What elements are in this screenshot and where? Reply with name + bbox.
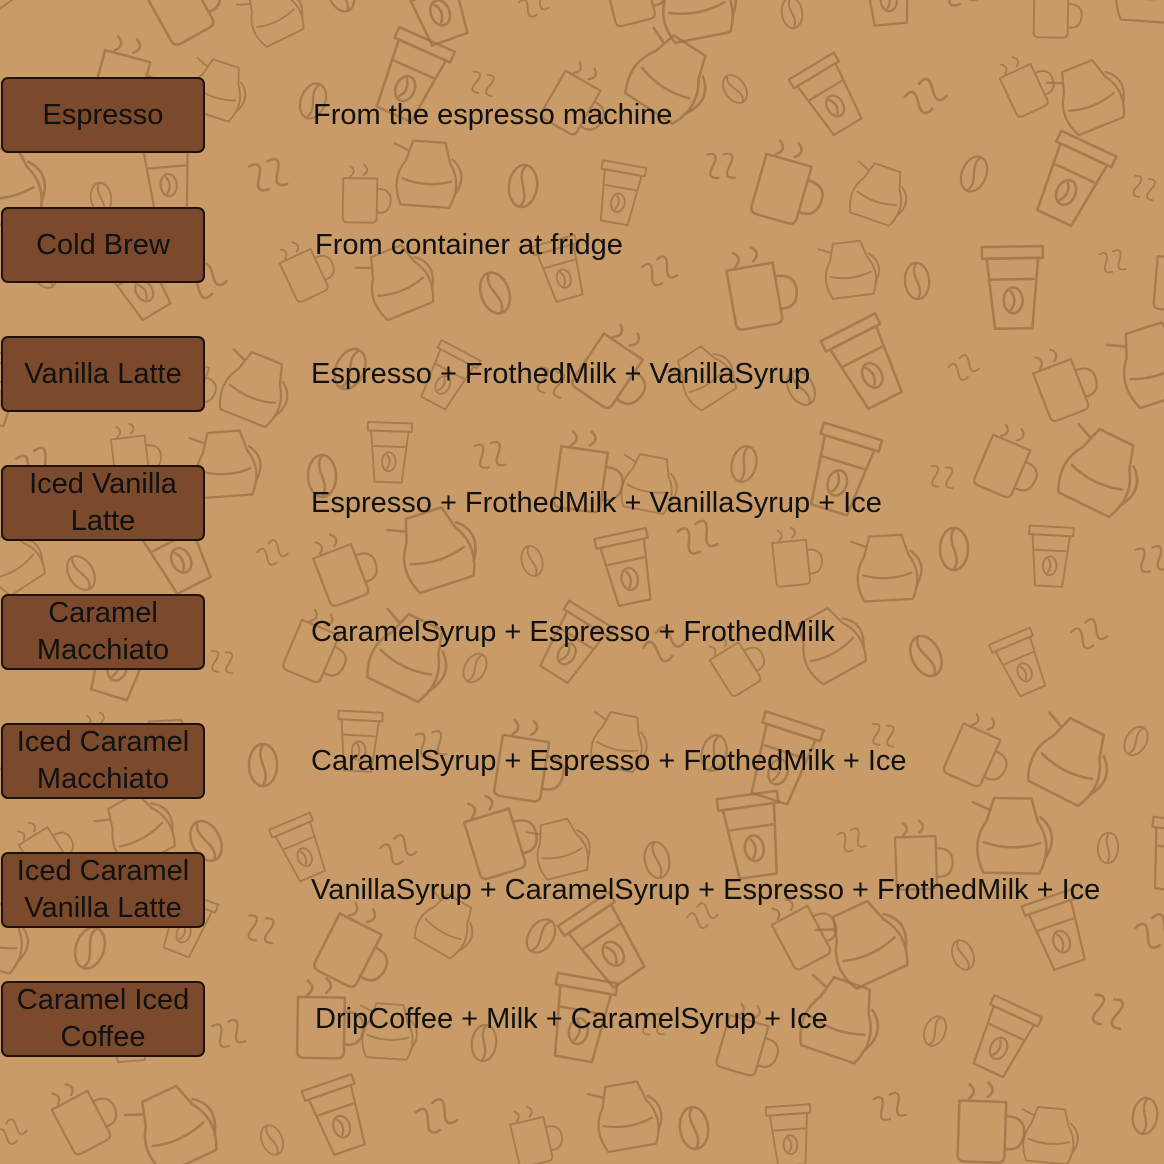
- iced-caramel-macchiato-label: Iced Caramel Macchiato: [16, 726, 190, 795]
- vanilla-latte-recipe: Espresso + FrothedMilk + VanillaSyrup: [311, 357, 811, 390]
- iced-caramel-vanilla-latte-button[interactable]: Iced Caramel Vanilla Latte: [1, 852, 205, 928]
- recipe-row-caramel-macchiato: Caramel Macchiato CaramelSyrup + Espress…: [0, 594, 1164, 672]
- iced-caramel-macchiato-recipe: CaramelSyrup + Espresso + FrothedMilk + …: [311, 744, 907, 777]
- caramel-iced-coffee-label: Caramel Iced Coffee: [16, 984, 190, 1053]
- recipe-row-iced-caramel-vanilla-latte: Iced Caramel Vanilla Latte VanillaSyrup …: [0, 852, 1164, 930]
- caramel-iced-coffee-button[interactable]: Caramel Iced Coffee: [1, 981, 205, 1057]
- cold-brew-label: Cold Brew: [36, 228, 170, 261]
- iced-vanilla-latte-label: Iced Vanilla Latte: [29, 468, 177, 537]
- caramel-macchiato-recipe: CaramelSyrup + Espresso + FrothedMilk: [311, 615, 835, 648]
- caramel-iced-coffee-recipe: DripCoffee + Milk + CaramelSyrup + Ice: [315, 1002, 828, 1035]
- iced-vanilla-latte-recipe: Espresso + FrothedMilk + VanillaSyrup + …: [311, 486, 882, 519]
- recipe-row-caramel-iced-coffee: Caramel Iced Coffee DripCoffee + Milk + …: [0, 981, 1164, 1059]
- vanilla-latte-button[interactable]: Vanilla Latte: [1, 336, 205, 412]
- iced-vanilla-latte-button[interactable]: Iced Vanilla Latte: [1, 465, 205, 541]
- caramel-macchiato-button[interactable]: Caramel Macchiato: [1, 594, 205, 670]
- recipe-row-iced-caramel-macchiato: Iced Caramel Macchiato CaramelSyrup + Es…: [0, 723, 1164, 801]
- espresso-recipe: From the espresso machine: [313, 98, 673, 131]
- espresso-label: Espresso: [42, 98, 164, 131]
- iced-caramel-vanilla-latte-recipe: VanillaSyrup + CaramelSyrup + Espresso +…: [311, 873, 1101, 906]
- iced-caramel-vanilla-latte-label: Iced Caramel Vanilla Latte: [16, 855, 190, 924]
- iced-caramel-macchiato-button[interactable]: Iced Caramel Macchiato: [1, 723, 205, 799]
- cold-brew-button[interactable]: Cold Brew: [1, 207, 205, 283]
- cold-brew-recipe: From container at fridge: [315, 228, 623, 261]
- recipe-row-vanilla-latte: Vanilla Latte Espresso + FrothedMilk + V…: [0, 336, 1164, 414]
- recipe-row-iced-vanilla-latte: Iced Vanilla Latte Espresso + FrothedMil…: [0, 465, 1164, 543]
- caramel-macchiato-label: Caramel Macchiato: [36, 597, 170, 666]
- vanilla-latte-label: Vanilla Latte: [24, 357, 182, 390]
- recipe-row-cold-brew: Cold Brew From container at fridge: [0, 207, 1164, 285]
- recipe-row-espresso: Espresso From the espresso machine: [0, 77, 1164, 155]
- espresso-button[interactable]: Espresso: [1, 77, 205, 153]
- recipe-list: Espresso From the espresso machine Cold …: [0, 0, 1164, 1164]
